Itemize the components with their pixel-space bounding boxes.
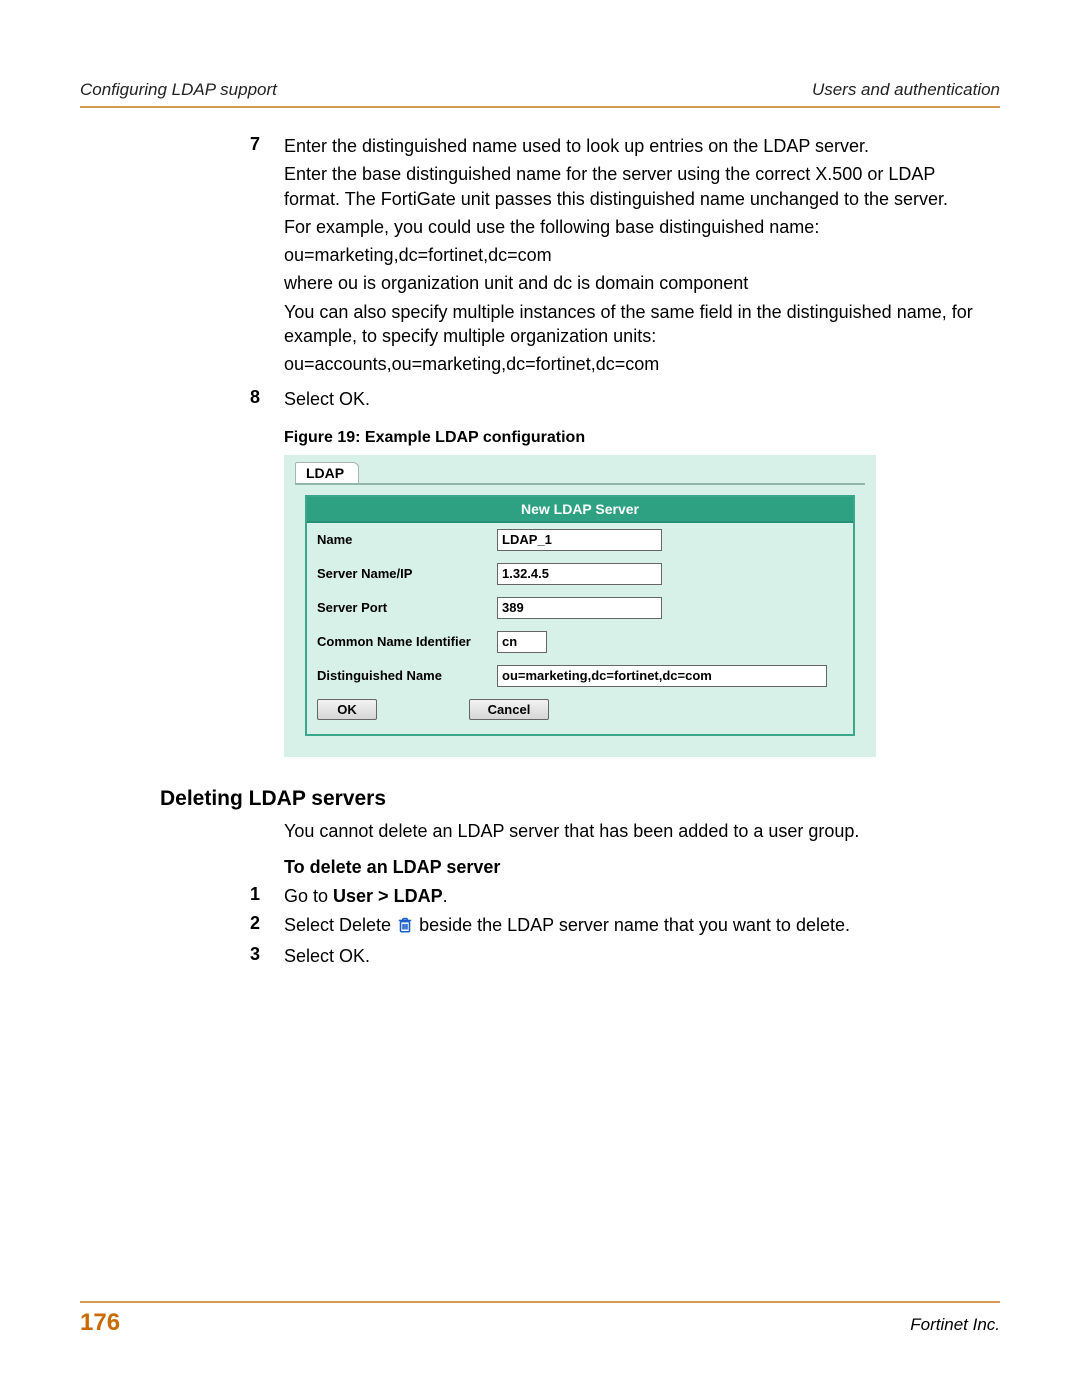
ldap-tab[interactable]: LDAP [295,462,359,483]
ds2-b: beside the LDAP server name that you wan… [414,915,850,935]
row-server: Server Name/IP 1.32.4.5 [307,557,853,591]
trash-icon [396,916,414,940]
delete-step-2: 2 Select Delete beside the LDAP server n… [80,913,1000,944]
label-port: Server Port [317,600,497,615]
page-number: 176 [80,1309,120,1337]
delete-step3-text: Select OK. [284,944,990,968]
ds1-a: Go to [284,886,333,906]
delete-step2-text: Select Delete beside the LDAP server nam… [284,913,990,940]
label-server: Server Name/IP [317,566,497,581]
step-number: 3 [210,944,284,972]
input-cn[interactable]: cn [497,631,547,653]
step7-line2: Enter the base distinguished name for th… [284,162,990,211]
ldap-config-figure: LDAP New LDAP Server Name LDAP_1 Server … [284,455,876,757]
step-body: Select OK. [284,944,1000,972]
ds1-b: User > LDAP [333,886,443,906]
footer-rule [80,1301,1000,1303]
document-page: Configuring LDAP support Users and authe… [0,0,1080,1397]
delete-step-1: 1 Go to User > LDAP. [80,884,1000,912]
step7-line6: You can also specify multiple instances … [284,300,990,349]
step-body: Go to User > LDAP. [284,884,1000,912]
input-name[interactable]: LDAP_1 [497,529,662,551]
footer-row: 176 Fortinet Inc. [80,1309,1000,1337]
ok-button[interactable]: OK [317,699,377,720]
page-header: Configuring LDAP support Users and authe… [80,80,1000,104]
step-7: 7 Enter the distinguished name used to l… [80,134,1000,381]
step7-line4: ou=marketing,dc=fortinet,dc=com [284,243,990,267]
step-body: Enter the distinguished name used to loo… [284,134,1000,381]
to-delete-subheading: To delete an LDAP server [284,857,1000,878]
row-cn: Common Name Identifier cn [307,625,853,659]
label-name: Name [317,532,497,547]
ds1-c: . [443,886,448,906]
ldap-form-panel: New LDAP Server Name LDAP_1 Server Name/… [305,495,855,736]
step7-line3: For example, you could use the following… [284,215,990,239]
form-title: New LDAP Server [307,497,853,523]
input-port[interactable]: 389 [497,597,662,619]
footer-company: Fortinet Inc. [910,1315,1000,1335]
step7-line1: Enter the distinguished name used to loo… [284,134,990,158]
tab-rule [295,483,865,485]
step-number: 1 [210,884,284,912]
header-rule [80,106,1000,108]
step-body: Select Delete beside the LDAP server nam… [284,913,1000,944]
input-dn[interactable]: ou=marketing,dc=fortinet,dc=com [497,665,827,687]
step7-line7: ou=accounts,ou=marketing,dc=fortinet,dc=… [284,352,990,376]
section-heading-deleting: Deleting LDAP servers [160,787,1000,811]
step-8: 8 Select OK. [80,387,1000,415]
step-number: 8 [210,387,284,415]
step8-line1: Select OK. [284,387,990,411]
step-number: 7 [210,134,284,381]
step-number: 2 [210,913,284,944]
delete-step-3: 3 Select OK. [80,944,1000,972]
row-dn: Distinguished Name ou=marketing,dc=forti… [307,659,853,693]
row-name: Name LDAP_1 [307,523,853,557]
step7-line5: where ou is organization unit and dc is … [284,271,990,295]
ds2-a: Select Delete [284,915,396,935]
input-server[interactable]: 1.32.4.5 [497,563,662,585]
label-cn: Common Name Identifier [317,634,497,649]
header-left: Configuring LDAP support [80,80,277,100]
figure-caption: Figure 19: Example LDAP configuration [284,429,1000,447]
deleting-paragraph: You cannot delete an LDAP server that ha… [284,819,1000,843]
cancel-button[interactable]: Cancel [469,699,549,720]
delete-step1-text: Go to User > LDAP. [284,884,990,908]
header-right: Users and authentication [812,80,1000,100]
label-dn: Distinguished Name [317,668,497,683]
button-row: OK Cancel [307,693,853,720]
page-footer: 176 Fortinet Inc. [80,1301,1000,1337]
row-port: Server Port 389 [307,591,853,625]
step-body: Select OK. [284,387,1000,415]
